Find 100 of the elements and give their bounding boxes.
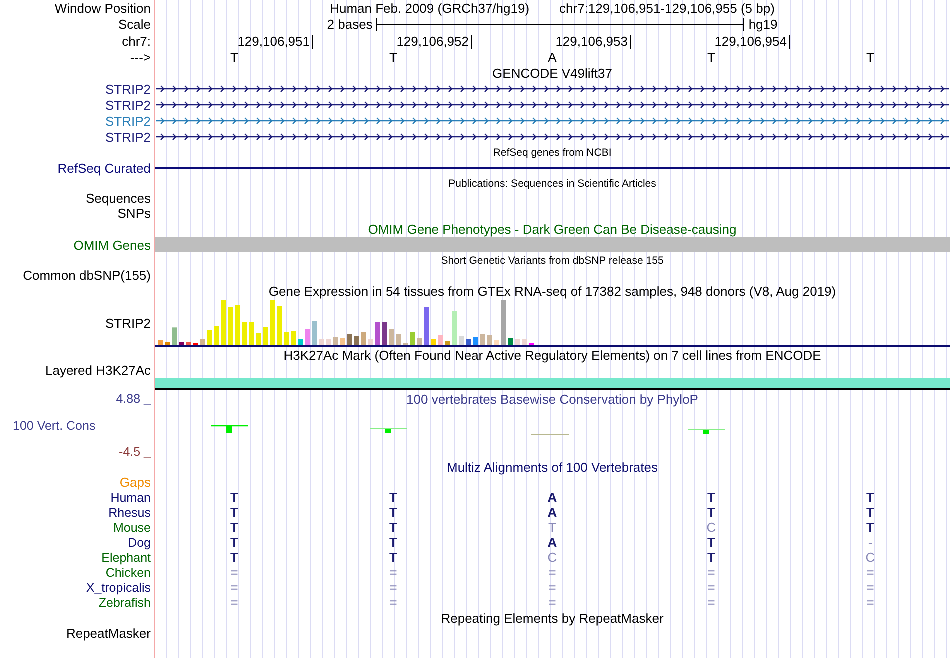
- expression-bar[interactable]: [438, 335, 443, 345]
- base-letter: T: [706, 535, 716, 550]
- track-label[interactable]: RefSeq Curated: [58, 160, 151, 176]
- expression-bar[interactable]: [270, 300, 275, 345]
- expression-bar[interactable]: [522, 339, 527, 345]
- expression-bar[interactable]: [333, 337, 338, 345]
- base-letter: =: [388, 580, 398, 595]
- track-title: OMIM Gene Phenotypes - Dark Green Can Be Disease-causing: [368, 222, 737, 236]
- expression-bar[interactable]: [382, 322, 387, 345]
- expression-bar[interactable]: [277, 306, 282, 345]
- expression-bar[interactable]: [172, 328, 177, 345]
- track-label[interactable]: Scale: [118, 17, 151, 32]
- expression-bar[interactable]: [228, 307, 233, 345]
- expression-bar[interactable]: [186, 342, 191, 345]
- track-label[interactable]: Sequences: [86, 191, 151, 206]
- expression-bar[interactable]: [396, 334, 401, 345]
- expression-bar[interactable]: [480, 334, 485, 345]
- expression-bar[interactable]: [361, 332, 366, 345]
- expression-bar[interactable]: [501, 300, 506, 345]
- track-label[interactable]: STRIP2: [105, 98, 151, 112]
- expression-bar[interactable]: [375, 322, 380, 345]
- base-letter: =: [706, 565, 716, 580]
- expression-bar[interactable]: [473, 337, 478, 345]
- track-label[interactable]: SNPs: [118, 206, 151, 221]
- base-letter: T: [388, 50, 398, 65]
- expression-bar[interactable]: [179, 342, 184, 345]
- track-label[interactable]: Mouse: [113, 520, 151, 534]
- base-letter: T: [230, 550, 240, 565]
- expression-bar[interactable]: [319, 339, 324, 345]
- expression-bar[interactable]: [235, 305, 240, 345]
- expression-bar[interactable]: [312, 321, 317, 345]
- expression-bar[interactable]: [214, 326, 219, 345]
- position-tick: 129,106,954: [714, 34, 790, 48]
- expression-bar[interactable]: [494, 340, 499, 345]
- track-title: Multiz Alignments of 100 Vertebrates: [446, 460, 658, 474]
- track-label[interactable]: Window Position: [54, 0, 151, 16]
- expression-bar[interactable]: [200, 339, 205, 345]
- base-letter: T: [388, 490, 398, 505]
- track-label[interactable]: 100 Vert. Cons: [0, 418, 154, 432]
- track-label[interactable]: X_tropicalis: [86, 580, 151, 594]
- expression-bar[interactable]: [305, 329, 310, 345]
- expression-bar[interactable]: [326, 339, 331, 345]
- expression-bar[interactable]: [424, 307, 429, 345]
- axis-max-label: 4.88 _: [115, 392, 152, 406]
- expression-bar[interactable]: [508, 338, 513, 345]
- track-label[interactable]: Dog: [128, 536, 151, 550]
- expression-bar[interactable]: [158, 340, 163, 345]
- feature-bar[interactable]: [155, 378, 950, 390]
- base-letter: T: [706, 550, 716, 565]
- expression-bar[interactable]: [354, 336, 359, 345]
- track-label[interactable]: STRIP2: [105, 130, 151, 144]
- track-title: GENCODE V49lift37: [492, 66, 612, 80]
- base-letter: =: [706, 595, 716, 610]
- expression-bar[interactable]: [389, 329, 394, 345]
- base-letter: T: [706, 50, 716, 65]
- expression-bar[interactable]: [298, 339, 303, 345]
- track-label[interactable]: Zebrafish: [98, 596, 151, 610]
- expression-bar[interactable]: [284, 332, 289, 345]
- expression-bar[interactable]: [221, 300, 226, 345]
- track-label[interactable]: STRIP2: [105, 114, 151, 128]
- base-letter: T: [230, 520, 240, 535]
- track-label[interactable]: Rhesus: [108, 506, 151, 520]
- track-label[interactable]: Chicken: [106, 566, 151, 580]
- expression-bar[interactable]: [249, 322, 254, 345]
- position-tick: 129,106,953: [556, 34, 631, 48]
- expression-bar[interactable]: [263, 327, 268, 345]
- position-tick: 129,106,951: [238, 34, 313, 48]
- track-label[interactable]: STRIP2: [105, 316, 151, 330]
- base-letter: =: [388, 595, 398, 610]
- expression-bar[interactable]: [291, 331, 296, 345]
- expression-bar[interactable]: [242, 322, 247, 345]
- expression-bar[interactable]: [459, 336, 464, 345]
- track-label[interactable]: RepeatMasker: [66, 626, 151, 641]
- scale-label: 2 bases: [327, 17, 373, 32]
- track-title: 100 vertebrates Basewise Conservation by PhyloP: [406, 392, 698, 407]
- track-label[interactable]: STRIP2: [105, 82, 151, 96]
- track-label[interactable]: Elephant: [102, 550, 151, 564]
- expression-bar[interactable]: [256, 333, 261, 345]
- expression-bar[interactable]: [515, 339, 520, 345]
- expression-bar[interactable]: [487, 335, 492, 345]
- track-label[interactable]: OMIM Genes: [74, 238, 151, 252]
- expression-bar[interactable]: [368, 339, 373, 345]
- expression-bar[interactable]: [347, 334, 352, 345]
- expression-bar[interactable]: [452, 311, 457, 345]
- expression-bar[interactable]: [165, 342, 170, 345]
- expression-bar[interactable]: [340, 338, 345, 345]
- expression-bar[interactable]: [417, 338, 422, 345]
- track-label[interactable]: Human: [110, 490, 151, 504]
- track-label[interactable]: chr7:: [122, 34, 151, 49]
- base-letter: -: [867, 535, 874, 550]
- track-label[interactable]: Layered H3K27Ac: [45, 363, 151, 378]
- base-letter: =: [230, 580, 240, 595]
- expression-bar[interactable]: [431, 339, 436, 345]
- expression-bar[interactable]: [445, 341, 450, 345]
- expression-bar[interactable]: [466, 339, 471, 345]
- base-letter: =: [548, 565, 558, 580]
- expression-bar[interactable]: [207, 330, 212, 345]
- expression-bar[interactable]: [410, 332, 415, 345]
- track-label[interactable]: --->: [130, 50, 151, 65]
- track-label[interactable]: Common dbSNP(155): [23, 268, 151, 283]
